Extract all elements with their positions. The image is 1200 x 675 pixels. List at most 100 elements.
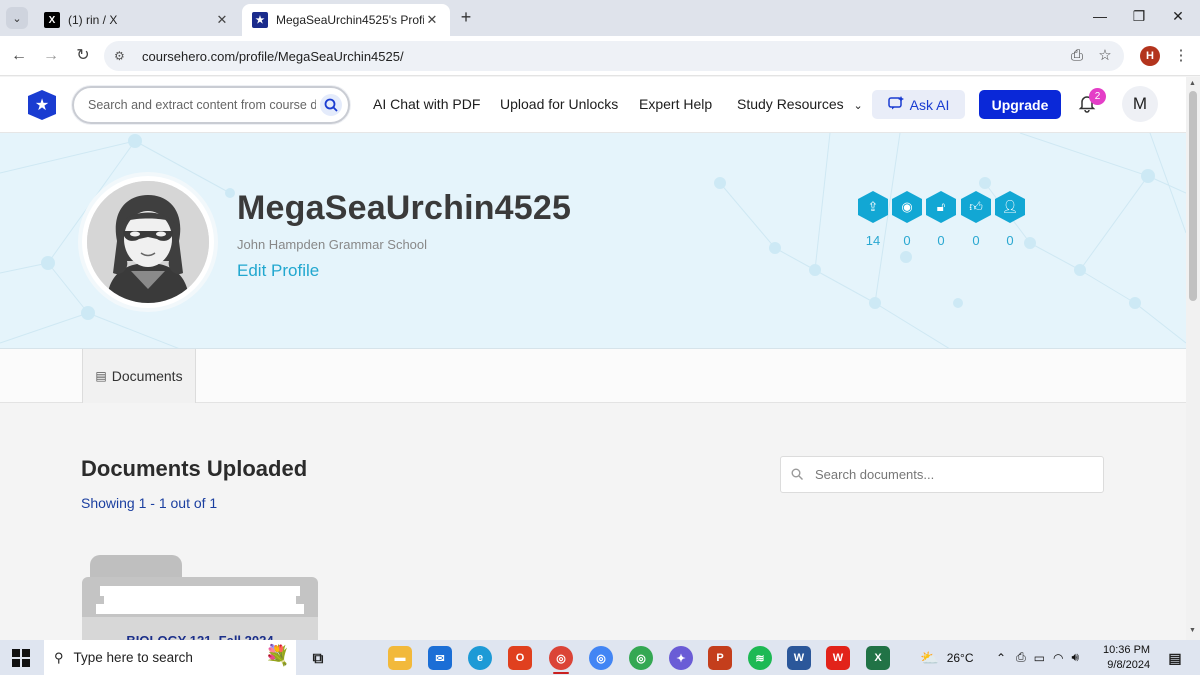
user-avatar[interactable]: M: [1122, 86, 1158, 122]
copilot-icon[interactable]: ✦: [669, 646, 693, 670]
documents-count: Showing 1 - 1 out of 1: [81, 495, 218, 511]
scroll-down-arrow-icon[interactable]: ▼: [1189, 627, 1196, 634]
thumbs-up-icon: 👍︎: [961, 191, 991, 223]
profile-avatar[interactable]: [82, 176, 214, 308]
upload-icon: ⇪: [858, 191, 888, 223]
tab-documents[interactable]: ▤ Documents: [82, 349, 196, 403]
document-search: [780, 456, 1104, 493]
install-app-icon[interactable]: ⎙: [1066, 45, 1088, 67]
browser-menu-icon[interactable]: ⋮: [1170, 45, 1192, 67]
chevron-down-icon: ⌄: [853, 100, 863, 112]
chevron-down-icon: ⌄: [12, 12, 22, 25]
star-icon: ★: [34, 97, 50, 114]
address-bar[interactable]: ⚙ coursehero.com/profile/MegaSeaUrchin45…: [104, 41, 1124, 71]
search-icon: ⚲: [54, 649, 64, 665]
reload-button[interactable]: ↻: [72, 45, 94, 67]
unlock-icon: 🔓︎: [926, 191, 956, 223]
ai-chat-icon: [887, 96, 904, 113]
edge-icon[interactable]: e: [468, 646, 492, 670]
edit-profile-link[interactable]: Edit Profile: [237, 261, 319, 281]
volume-icon[interactable]: 🔊︎: [1072, 650, 1080, 665]
chrome-profile-icon[interactable]: ◎: [629, 646, 653, 670]
close-window-button[interactable]: ✕: [1168, 8, 1188, 28]
file-explorer-icon[interactable]: ▬: [388, 646, 412, 670]
taskbar-clock[interactable]: 10:36 PM 9/8/2024: [1103, 643, 1150, 673]
close-icon[interactable]: ✕: [214, 12, 230, 28]
nav-ai-chat-pdf[interactable]: AI Chat with PDF: [373, 96, 480, 112]
site-info-icon[interactable]: ⚙: [114, 49, 132, 63]
folder-paper: [96, 604, 304, 614]
taskbar-search-placeholder: Type here to search: [73, 650, 193, 665]
coursehero-logo[interactable]: ★: [28, 90, 56, 120]
chrome-icon[interactable]: ◎: [549, 646, 573, 670]
tab-coursehero-profile[interactable]: ★ MegaSeaUrchin4525's Profile - ✕: [242, 4, 450, 36]
excel-icon[interactable]: X: [866, 646, 890, 670]
task-view-icon[interactable]: ⧉: [306, 646, 330, 670]
windows-taskbar: ⚲ Type here to search 💐 ⧉ ▬ ✉ e O ◎ ◎ ◎ …: [0, 640, 1200, 675]
wps-office-icon[interactable]: W: [826, 646, 850, 670]
documents-heading: Documents Uploaded: [81, 456, 308, 481]
ask-ai-button[interactable]: Ask AI: [872, 90, 965, 119]
nav-upload-for-unlocks[interactable]: Upload for Unlocks: [500, 96, 618, 112]
browser-toolbar: ← → ↻ ⚙ coursehero.com/profile/MegaSeaUr…: [0, 36, 1200, 76]
x-logo-icon: X: [44, 12, 60, 28]
coursehero-icon: ★: [252, 12, 268, 28]
profile-username: MegaSeaUrchin4525: [237, 189, 572, 227]
site-search: [72, 86, 350, 124]
notification-count-badge: 2: [1089, 88, 1106, 105]
powerpoint-icon[interactable]: P: [708, 646, 732, 670]
wifi-icon[interactable]: ◠: [1053, 651, 1063, 665]
flowers-widget-icon: 💐: [265, 645, 290, 667]
stat-value: 0: [1006, 233, 1014, 248]
tab-title: (1) rin / X: [68, 13, 118, 27]
weather-cloud-icon: ⛅: [920, 649, 939, 667]
meet-now-icon[interactable]: ⎙: [1016, 650, 1026, 665]
stat-value: 0: [903, 233, 911, 248]
document-icon: ▤: [95, 369, 107, 383]
upgrade-button[interactable]: Upgrade: [979, 90, 1061, 119]
stat-likes: 👍︎ 0: [961, 191, 991, 248]
weather-widget[interactable]: ⛅ 26°C: [920, 640, 974, 675]
nav-expert-help[interactable]: Expert Help: [639, 96, 712, 112]
nav-study-resources[interactable]: Study Resources ⌄: [737, 96, 863, 112]
tab-x[interactable]: X (1) rin / X ✕: [34, 4, 240, 36]
document-search-input[interactable]: [815, 467, 1085, 482]
notifications-center-icon[interactable]: ▤: [1163, 646, 1187, 670]
chrome-profile-icon[interactable]: ◎: [589, 646, 613, 670]
stat-unlocks: 🔓︎ 0: [926, 191, 956, 248]
restore-button[interactable]: ❐: [1129, 8, 1149, 28]
browser-profile-avatar[interactable]: H: [1140, 46, 1160, 66]
site-search-input[interactable]: [88, 98, 316, 112]
url-text: coursehero.com/profile/MegaSeaUrchin4525…: [142, 48, 404, 64]
tab-documents-label: Documents: [111, 368, 183, 384]
back-button[interactable]: ←: [8, 45, 30, 67]
stat-value: 0: [972, 233, 980, 248]
search-icon: [791, 468, 803, 483]
page-scrollbar[interactable]: ▲ ▼: [1186, 77, 1200, 640]
clock-date: 9/8/2024: [1107, 659, 1151, 671]
active-app-indicator: [553, 672, 569, 674]
office-icon[interactable]: O: [508, 646, 532, 670]
stat-value: 0: [937, 233, 945, 248]
document-card[interactable]: BIOLOGY 121, Fall 2024: [82, 555, 318, 648]
tab-search-button[interactable]: ⌄: [6, 7, 28, 29]
eye-icon: ◉: [892, 191, 922, 223]
chevron-up-icon[interactable]: ⌃: [996, 651, 1006, 665]
mail-icon[interactable]: ✉: [428, 646, 452, 670]
bookmark-star-icon[interactable]: ☆: [1094, 45, 1116, 67]
scroll-up-arrow-icon[interactable]: ▲: [1189, 80, 1196, 87]
search-icon[interactable]: [320, 94, 342, 116]
word-icon[interactable]: W: [787, 646, 811, 670]
spotify-icon[interactable]: ≋: [748, 646, 772, 670]
close-icon[interactable]: ✕: [424, 12, 440, 28]
new-tab-button[interactable]: +: [456, 8, 476, 28]
scrollbar-thumb[interactable]: [1189, 91, 1197, 301]
browser-tabstrip: ⌄ X (1) rin / X ✕ ★ MegaSeaUrchin4525's …: [0, 0, 1200, 36]
forward-button[interactable]: →: [40, 45, 62, 67]
minimize-button[interactable]: —: [1090, 8, 1110, 28]
taskbar-search[interactable]: ⚲ Type here to search 💐: [44, 640, 296, 675]
windows-start-icon[interactable]: [12, 649, 30, 667]
battery-icon[interactable]: ▭: [1034, 651, 1045, 665]
masked-hero-avatar-image: [87, 181, 209, 303]
stat-value: 14: [865, 233, 881, 248]
